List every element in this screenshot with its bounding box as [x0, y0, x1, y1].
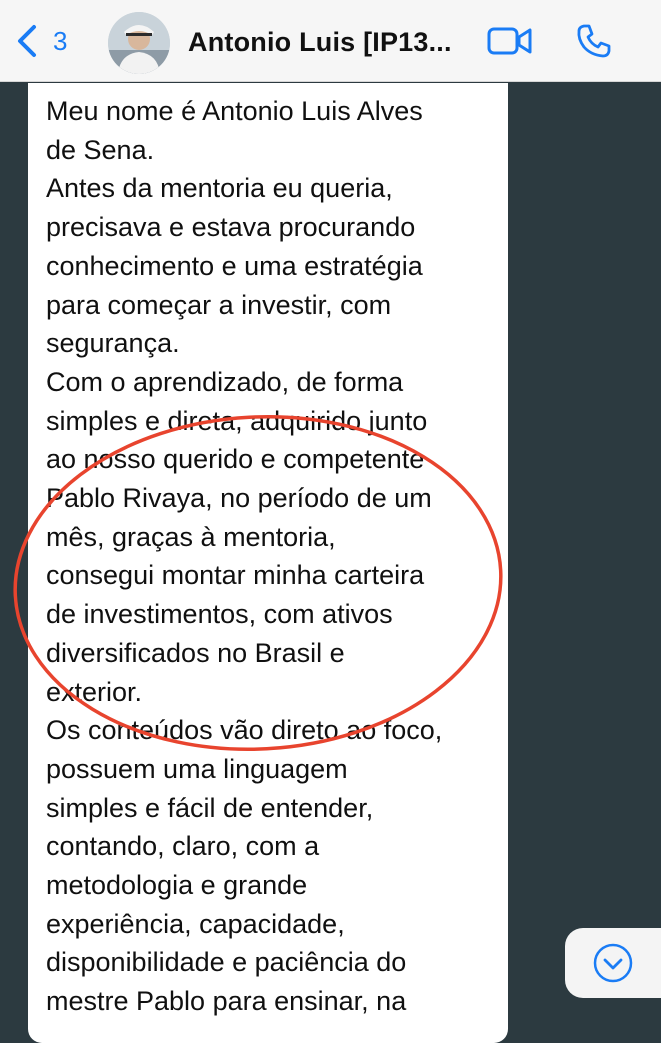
message-line: experiência, capacidade,: [46, 908, 345, 939]
message-line: conhecimento e uma estratégia: [46, 250, 423, 281]
message-line: consegui montar minha carteira: [46, 560, 425, 591]
message-line: Antes da mentoria eu queria,: [46, 173, 393, 204]
message-line: contando, claro, com a: [46, 831, 320, 862]
message-line: mês, graças à mentoria,: [46, 521, 336, 552]
contact-avatar[interactable]: [108, 12, 170, 74]
message-line: para começar a investir, com: [46, 289, 392, 320]
message-line: Com o aprendizado, de forma: [46, 366, 404, 397]
message-line: disponibilidade e paciência do: [46, 947, 407, 978]
message-text: Meu nome é Antonio Luis Alves de Sena. Ant…: [46, 92, 508, 1021]
contact-name[interactable]: Antonio Luis [IP13...: [188, 27, 452, 58]
phone-call-icon[interactable]: [575, 22, 613, 60]
chevron-down-circle-icon: [593, 943, 633, 983]
message-line: exterior.: [46, 676, 143, 707]
scroll-to-bottom-button[interactable]: [565, 928, 661, 998]
message-line: de investimentos, com ativos: [46, 599, 393, 630]
message-line: metodologia e grande: [46, 870, 308, 901]
message-line: simples e fácil de entender,: [46, 792, 374, 823]
message-line: ao nosso querido e competente: [46, 444, 425, 475]
message-line: possuem uma linguagem: [46, 753, 348, 784]
message-line: Os conteúdos vão direto ao foco,: [46, 715, 443, 746]
message-line: segurança.: [46, 328, 180, 359]
back-unread-count[interactable]: 3: [53, 26, 67, 57]
message-line: de Sena.: [46, 134, 155, 165]
message-line: precisava e estava procurando: [46, 212, 416, 243]
message-line: simples e direta, adquirido junto: [46, 405, 428, 436]
message-line: mestre Pablo para ensinar, na: [46, 986, 407, 1017]
message-line: Pablo Rivaya, no período de um: [46, 483, 432, 514]
back-chevron-icon[interactable]: [14, 24, 40, 58]
message-line: Meu nome é Antonio Luis Alves: [46, 96, 423, 126]
video-call-icon[interactable]: [487, 25, 533, 57]
message-line: diversificados no Brasil e: [46, 637, 345, 668]
chat-header: 3 Antonio Luis [IP13...: [0, 0, 661, 82]
